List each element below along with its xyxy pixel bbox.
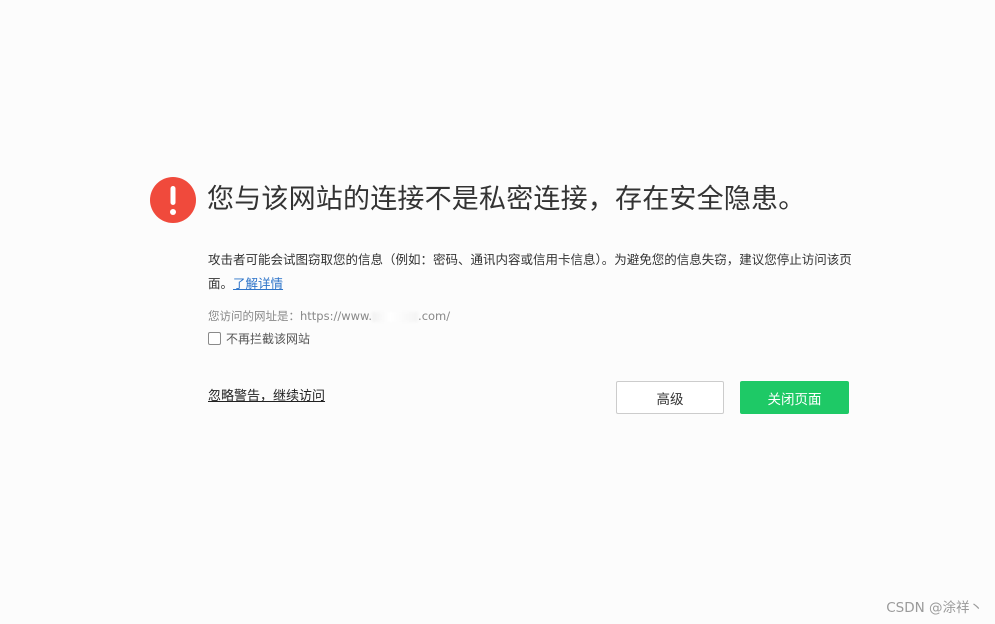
exclamation-icon <box>150 177 196 223</box>
dont-block-site-option[interactable]: 不再拦截该网站 <box>208 330 310 347</box>
redacted-domain <box>372 311 419 322</box>
security-warning-page: 您与该网站的连接不是私密连接，存在安全隐患。 攻击者可能会试图窃取您的信息（例如… <box>0 0 995 624</box>
advanced-button[interactable]: 高级 <box>616 381 724 414</box>
description-text: 攻击者可能会试图窃取您的信息（例如：密码、通讯内容或信用卡信息）。为避免您的信息… <box>208 252 852 291</box>
learn-more-link[interactable]: 了解详情 <box>233 276 283 291</box>
dont-block-label: 不再拦截该网站 <box>226 332 311 346</box>
url-prefix: https://www. <box>300 309 373 323</box>
visited-url-info: 您访问的网址是：https://www. .com/ <box>208 307 450 325</box>
url-label: 您访问的网址是： <box>208 309 300 323</box>
dont-block-checkbox[interactable] <box>208 332 221 345</box>
url-suffix: .com/ <box>418 309 451 323</box>
ignore-warning-link[interactable]: 忽略警告，继续访问 <box>208 388 325 406</box>
page-title: 您与该网站的连接不是私密连接，存在安全隐患。 <box>207 184 806 215</box>
close-page-button[interactable]: 关闭页面 <box>740 381 849 414</box>
warning-description: 攻击者可能会试图窃取您的信息（例如：密码、通讯内容或信用卡信息）。为避免您的信息… <box>208 248 854 296</box>
watermark: CSDN @涂祥丶 <box>886 600 983 616</box>
